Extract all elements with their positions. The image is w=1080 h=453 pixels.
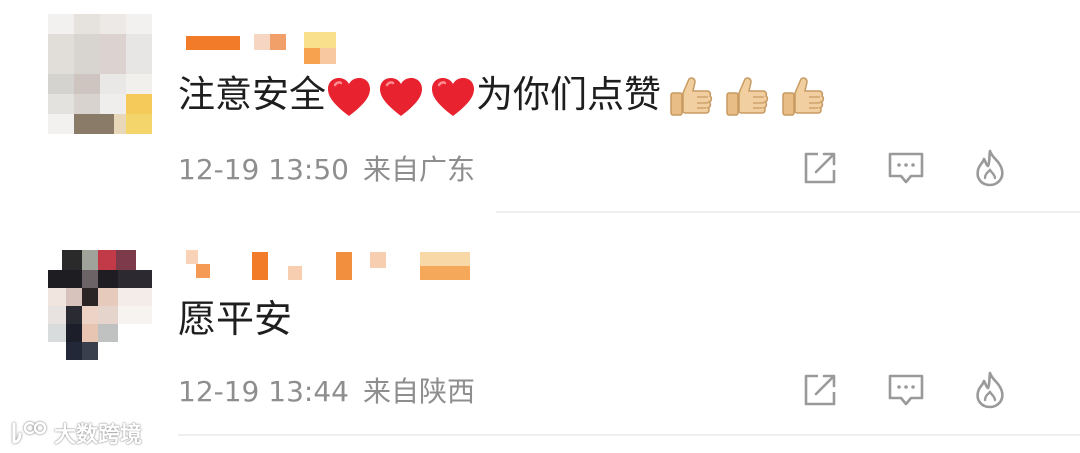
comment-icon[interactable] [886,148,926,188]
comment-item: 愿平安 12-19 13:44 来自陕西 [0,222,1080,453]
comment-text-part: 为你们点赞 [476,73,661,116]
username-blurred[interactable] [180,26,480,66]
comment-actions [800,370,1040,414]
comment-location: 来自广东 [362,153,475,186]
avatar[interactable] [48,14,152,134]
comment-icon[interactable] [886,370,926,410]
avatar[interactable] [48,250,152,370]
heart-emoji [328,77,370,116]
comment-item: 注意安全 为你们点赞 12-19 13:50 来自广东 [0,0,1080,215]
watermark-logo-icon [12,421,47,444]
share-icon[interactable] [800,148,840,188]
comment-actions [800,148,1040,192]
share-icon[interactable] [800,370,840,410]
heart-emoji [380,77,422,116]
thumbs-up-emoji-group [667,75,825,119]
watermark: 大数跨境 [8,416,142,450]
comment-text: 注意安全 为你们点赞 [178,73,825,119]
comment-text-part: 注意安全 [178,73,326,116]
thumbs-up-emoji [782,76,825,116]
divider [178,434,1080,436]
comment-meta: 12-19 13:44 来自陕西 [178,375,475,409]
divider [496,211,1080,213]
comment-time: 12-19 13:44 [178,375,349,408]
comment-meta: 12-19 13:50 来自广东 [178,153,475,187]
fire-icon[interactable] [970,148,1010,188]
heart-emoji [432,77,474,116]
comment-time: 12-19 13:50 [178,153,349,186]
thumbs-up-emoji [670,76,713,116]
comment-location: 来自陕西 [362,375,475,408]
fire-icon[interactable] [970,370,1010,410]
watermark-text: 大数跨境 [54,423,143,448]
comment-text: 愿平安 [178,297,293,341]
username-blurred[interactable] [180,242,480,282]
thumbs-up-emoji [726,76,769,116]
hearts-emoji-group [326,76,476,118]
